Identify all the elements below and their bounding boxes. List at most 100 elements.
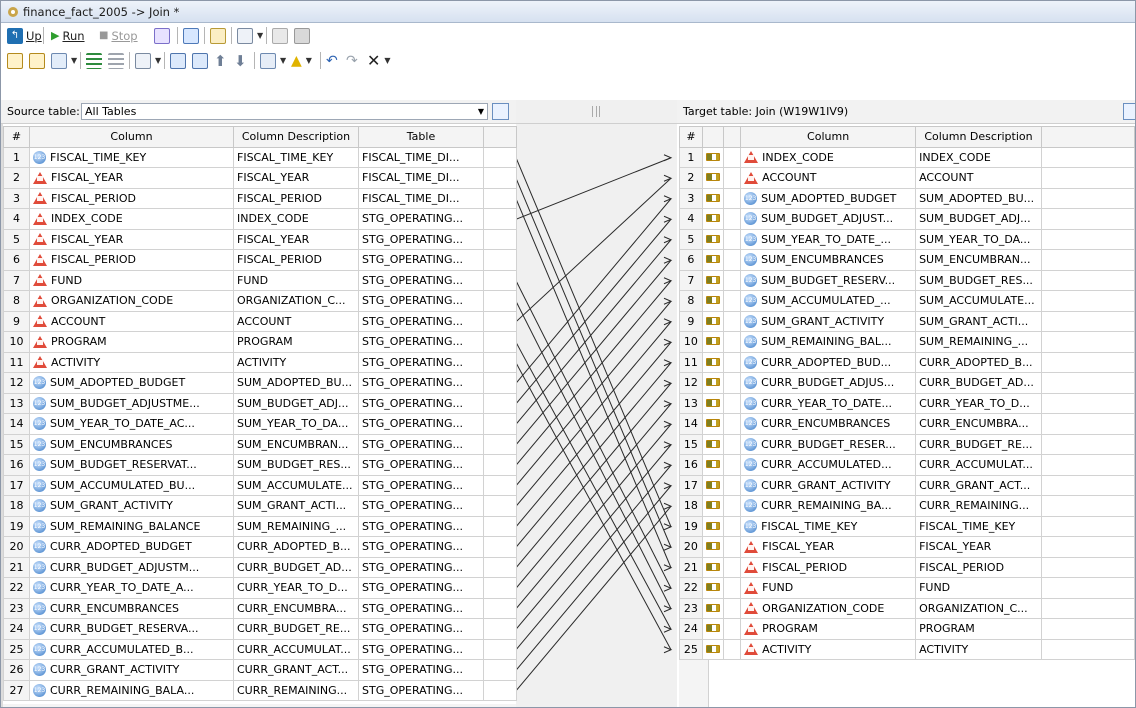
column-description-cell[interactable]: SUM_ACCUMULATE...: [915, 290, 1042, 312]
column-name-cell[interactable]: ACCOUNT: [29, 310, 234, 332]
source-column-row[interactable]: 19 123 SUM_REMAINING_BALANCE SUM_REMAINING_…: [3, 515, 517, 537]
column-name-cell[interactable]: 123 SUM_BUDGET_ADJUST...: [740, 208, 917, 230]
table-name-cell[interactable]: STG_OPERATING...: [358, 454, 484, 476]
column-name-cell[interactable]: 123 SUM_ENCUMBRANCES: [740, 249, 917, 271]
source-column-row[interactable]: 4 INDEX_CODE INDEX_CODE STG_OPERATING...: [3, 208, 517, 230]
source-column-row[interactable]: 26 123 CURR_GRANT_ACTIVITY CURR_GRANT_ACT..…: [3, 659, 517, 681]
table-name-cell[interactable]: STG_OPERATING...: [358, 536, 484, 558]
target-column-row[interactable]: 22 FUND FUND: [679, 577, 1135, 599]
mapping-line[interactable]: [515, 464, 672, 651]
target-column-row[interactable]: 6 123 SUM_ENCUMBRANCES SUM_ENCUMBRAN...: [679, 249, 1135, 271]
source-column-row[interactable]: 17 123 SUM_ACCUMULATED_BU... SUM_ACCUMULATE…: [3, 474, 517, 496]
column-name-cell[interactable]: 123 SUM_GRANT_ACTIVITY: [740, 310, 917, 332]
undo-button[interactable]: ↶: [326, 51, 338, 70]
column-name-cell[interactable]: 123 SUM_BUDGET_ADJUSTME...: [29, 392, 234, 414]
column-description-cell[interactable]: CURR_YEAR_TO_D...: [915, 392, 1042, 414]
target-column-row[interactable]: 2 ACCOUNT ACCOUNT: [679, 167, 1135, 189]
column-name-cell[interactable]: 123 SUM_YEAR_TO_DATE_...: [740, 228, 917, 250]
column-description-cell[interactable]: CURR_ENCUMBRA...: [915, 413, 1042, 435]
column-description-cell[interactable]: CURR_BUDGET_RE...: [915, 433, 1042, 455]
column-name-cell[interactable]: ACTIVITY: [29, 351, 234, 373]
column-name-cell[interactable]: INDEX_CODE: [29, 208, 234, 230]
mapping-line[interactable]: [515, 341, 672, 528]
source-column-row[interactable]: 18 123 SUM_GRANT_ACTIVITY SUM_GRANT_ACTI...…: [3, 495, 517, 517]
align-left-button[interactable]: [86, 51, 102, 70]
target-column-row[interactable]: 10 123 SUM_REMAINING_BAL... SUM_REMAINING_.…: [679, 331, 1135, 353]
target-column-row[interactable]: 12 123 CURR_BUDGET_ADJUS... CURR_BUDGET_AD.…: [679, 372, 1135, 394]
source-column-row[interactable]: 13 123 SUM_BUDGET_ADJUSTME... SUM_BUDGET_AD…: [3, 392, 517, 414]
column-name-cell[interactable]: 123 SUM_ADOPTED_BUDGET: [740, 187, 917, 209]
run-step-button[interactable]: [154, 26, 170, 45]
new-column-button[interactable]: ▼: [51, 51, 77, 70]
source-column-row[interactable]: 11 ACTIVITY ACTIVITY STG_OPERATING...: [3, 351, 517, 373]
column-name-cell[interactable]: PROGRAM: [29, 331, 234, 353]
column-name-cell[interactable]: FUND: [740, 577, 917, 599]
column-description-cell[interactable]: SUM_ADOPTED_BU...: [233, 372, 359, 394]
column-name-cell[interactable]: 123 SUM_GRANT_ACTIVITY: [29, 495, 234, 517]
source-column-row[interactable]: 15 123 SUM_ENCUMBRANCES SUM_ENCUMBRAN... STG…: [3, 433, 517, 455]
source-column-row[interactable]: 20 123 CURR_ADOPTED_BUDGET CURR_ADOPTED_B..…: [3, 536, 517, 558]
column-name-cell[interactable]: 123 SUM_ACCUMULATED_BU...: [29, 474, 234, 496]
column-name-cell[interactable]: ACTIVITY: [740, 638, 917, 660]
mapping-line[interactable]: [515, 423, 672, 610]
mapping-line[interactable]: [515, 198, 672, 568]
column-name-cell[interactable]: 123 CURR_YEAR_TO_DATE_A...: [29, 577, 234, 599]
col-header-map[interactable]: [701, 126, 724, 148]
column-description-cell[interactable]: ACCOUNT: [233, 310, 359, 332]
mapping-line[interactable]: [515, 178, 672, 548]
column-description-cell[interactable]: SUM_REMAINING_...: [915, 331, 1042, 353]
column-description-cell[interactable]: ACCOUNT: [915, 167, 1042, 189]
table-name-cell[interactable]: STG_OPERATING...: [358, 331, 484, 353]
mapping-line[interactable]: [515, 177, 672, 323]
mapping-line[interactable]: [515, 280, 672, 466]
column-name-cell[interactable]: FISCAL_PERIOD: [29, 249, 234, 271]
column-name-cell[interactable]: PROGRAM: [740, 618, 917, 640]
target-column-row[interactable]: 1 INDEX_CODE INDEX_CODE: [679, 146, 1135, 168]
table-name-cell[interactable]: FISCAL_TIME_DI...: [358, 167, 484, 189]
target-column-row[interactable]: 9 123 SUM_GRANT_ACTIVITY SUM_GRANT_ACTI...: [679, 310, 1135, 332]
target-column-row[interactable]: 17 123 CURR_GRANT_ACTIVITY CURR_GRANT_ACT..…: [679, 474, 1135, 496]
source-column-row[interactable]: 7 FUND FUND STG_OPERATING...: [3, 269, 517, 291]
table-name-cell[interactable]: STG_OPERATING...: [358, 413, 484, 435]
col-header-column[interactable]: Column: [29, 126, 234, 148]
mapping-line[interactable]: [515, 157, 672, 527]
mapping-line[interactable]: [515, 403, 672, 589]
column-description-cell[interactable]: CURR_REMAINING...: [233, 679, 359, 701]
mapping-line[interactable]: [515, 505, 672, 692]
column-name-cell[interactable]: 123 CURR_ACCUMULATED...: [740, 454, 917, 476]
table-name-cell[interactable]: STG_OPERATING...: [358, 597, 484, 619]
column-description-cell[interactable]: INDEX_CODE: [915, 146, 1042, 168]
highlight-button[interactable]: [272, 26, 288, 45]
target-column-row[interactable]: 24 PROGRAM PROGRAM: [679, 618, 1135, 640]
column-name-cell[interactable]: 123 CURR_BUDGET_RESERVA...: [29, 618, 234, 640]
map-columns-button[interactable]: [7, 51, 23, 70]
column-description-cell[interactable]: CURR_BUDGET_AD...: [233, 556, 359, 578]
mapping-line[interactable]: [515, 198, 672, 384]
mapping-line[interactable]: [515, 300, 672, 487]
grid-button[interactable]: [294, 26, 310, 45]
mapping-line[interactable]: [515, 382, 672, 569]
table-name-cell[interactable]: STG_OPERATING...: [358, 495, 484, 517]
column-name-cell[interactable]: 123 SUM_REMAINING_BAL...: [740, 331, 917, 353]
column-description-cell[interactable]: ORGANIZATION_C...: [233, 290, 359, 312]
column-description-cell[interactable]: CURR_ACCUMULAT...: [233, 638, 359, 660]
target-column-row[interactable]: 14 123 CURR_ENCUMBRANCES CURR_ENCUMBRA...: [679, 413, 1135, 435]
column-description-cell[interactable]: SUM_BUDGET_RES...: [915, 269, 1042, 291]
mapping-line[interactable]: [515, 218, 672, 405]
column-name-cell[interactable]: 123 FISCAL_TIME_KEY: [29, 146, 234, 168]
column-name-cell[interactable]: 123 SUM_REMAINING_BALANCE: [29, 515, 234, 537]
column-name-cell[interactable]: 123 CURR_REMAINING_BA...: [740, 495, 917, 517]
column-description-cell[interactable]: SUM_YEAR_TO_DA...: [233, 413, 359, 435]
column-description-cell[interactable]: FUND: [915, 577, 1042, 599]
table-name-cell[interactable]: STG_OPERATING...: [358, 577, 484, 599]
column-description-cell[interactable]: FISCAL_TIME_KEY: [915, 515, 1042, 537]
table-name-cell[interactable]: STG_OPERATING...: [358, 351, 484, 373]
column-description-cell[interactable]: CURR_ADOPTED_B...: [233, 536, 359, 558]
mapping-line[interactable]: [515, 362, 672, 548]
column-name-cell[interactable]: 123 CURR_GRANT_ACTIVITY: [740, 474, 917, 496]
table-name-cell[interactable]: STG_OPERATING...: [358, 679, 484, 701]
col-header-number[interactable]: #: [679, 126, 703, 148]
splitter-grip[interactable]: [516, 100, 677, 124]
column-name-cell[interactable]: 123 CURR_ENCUMBRANCES: [29, 597, 234, 619]
table-name-cell[interactable]: STG_OPERATING...: [358, 474, 484, 496]
